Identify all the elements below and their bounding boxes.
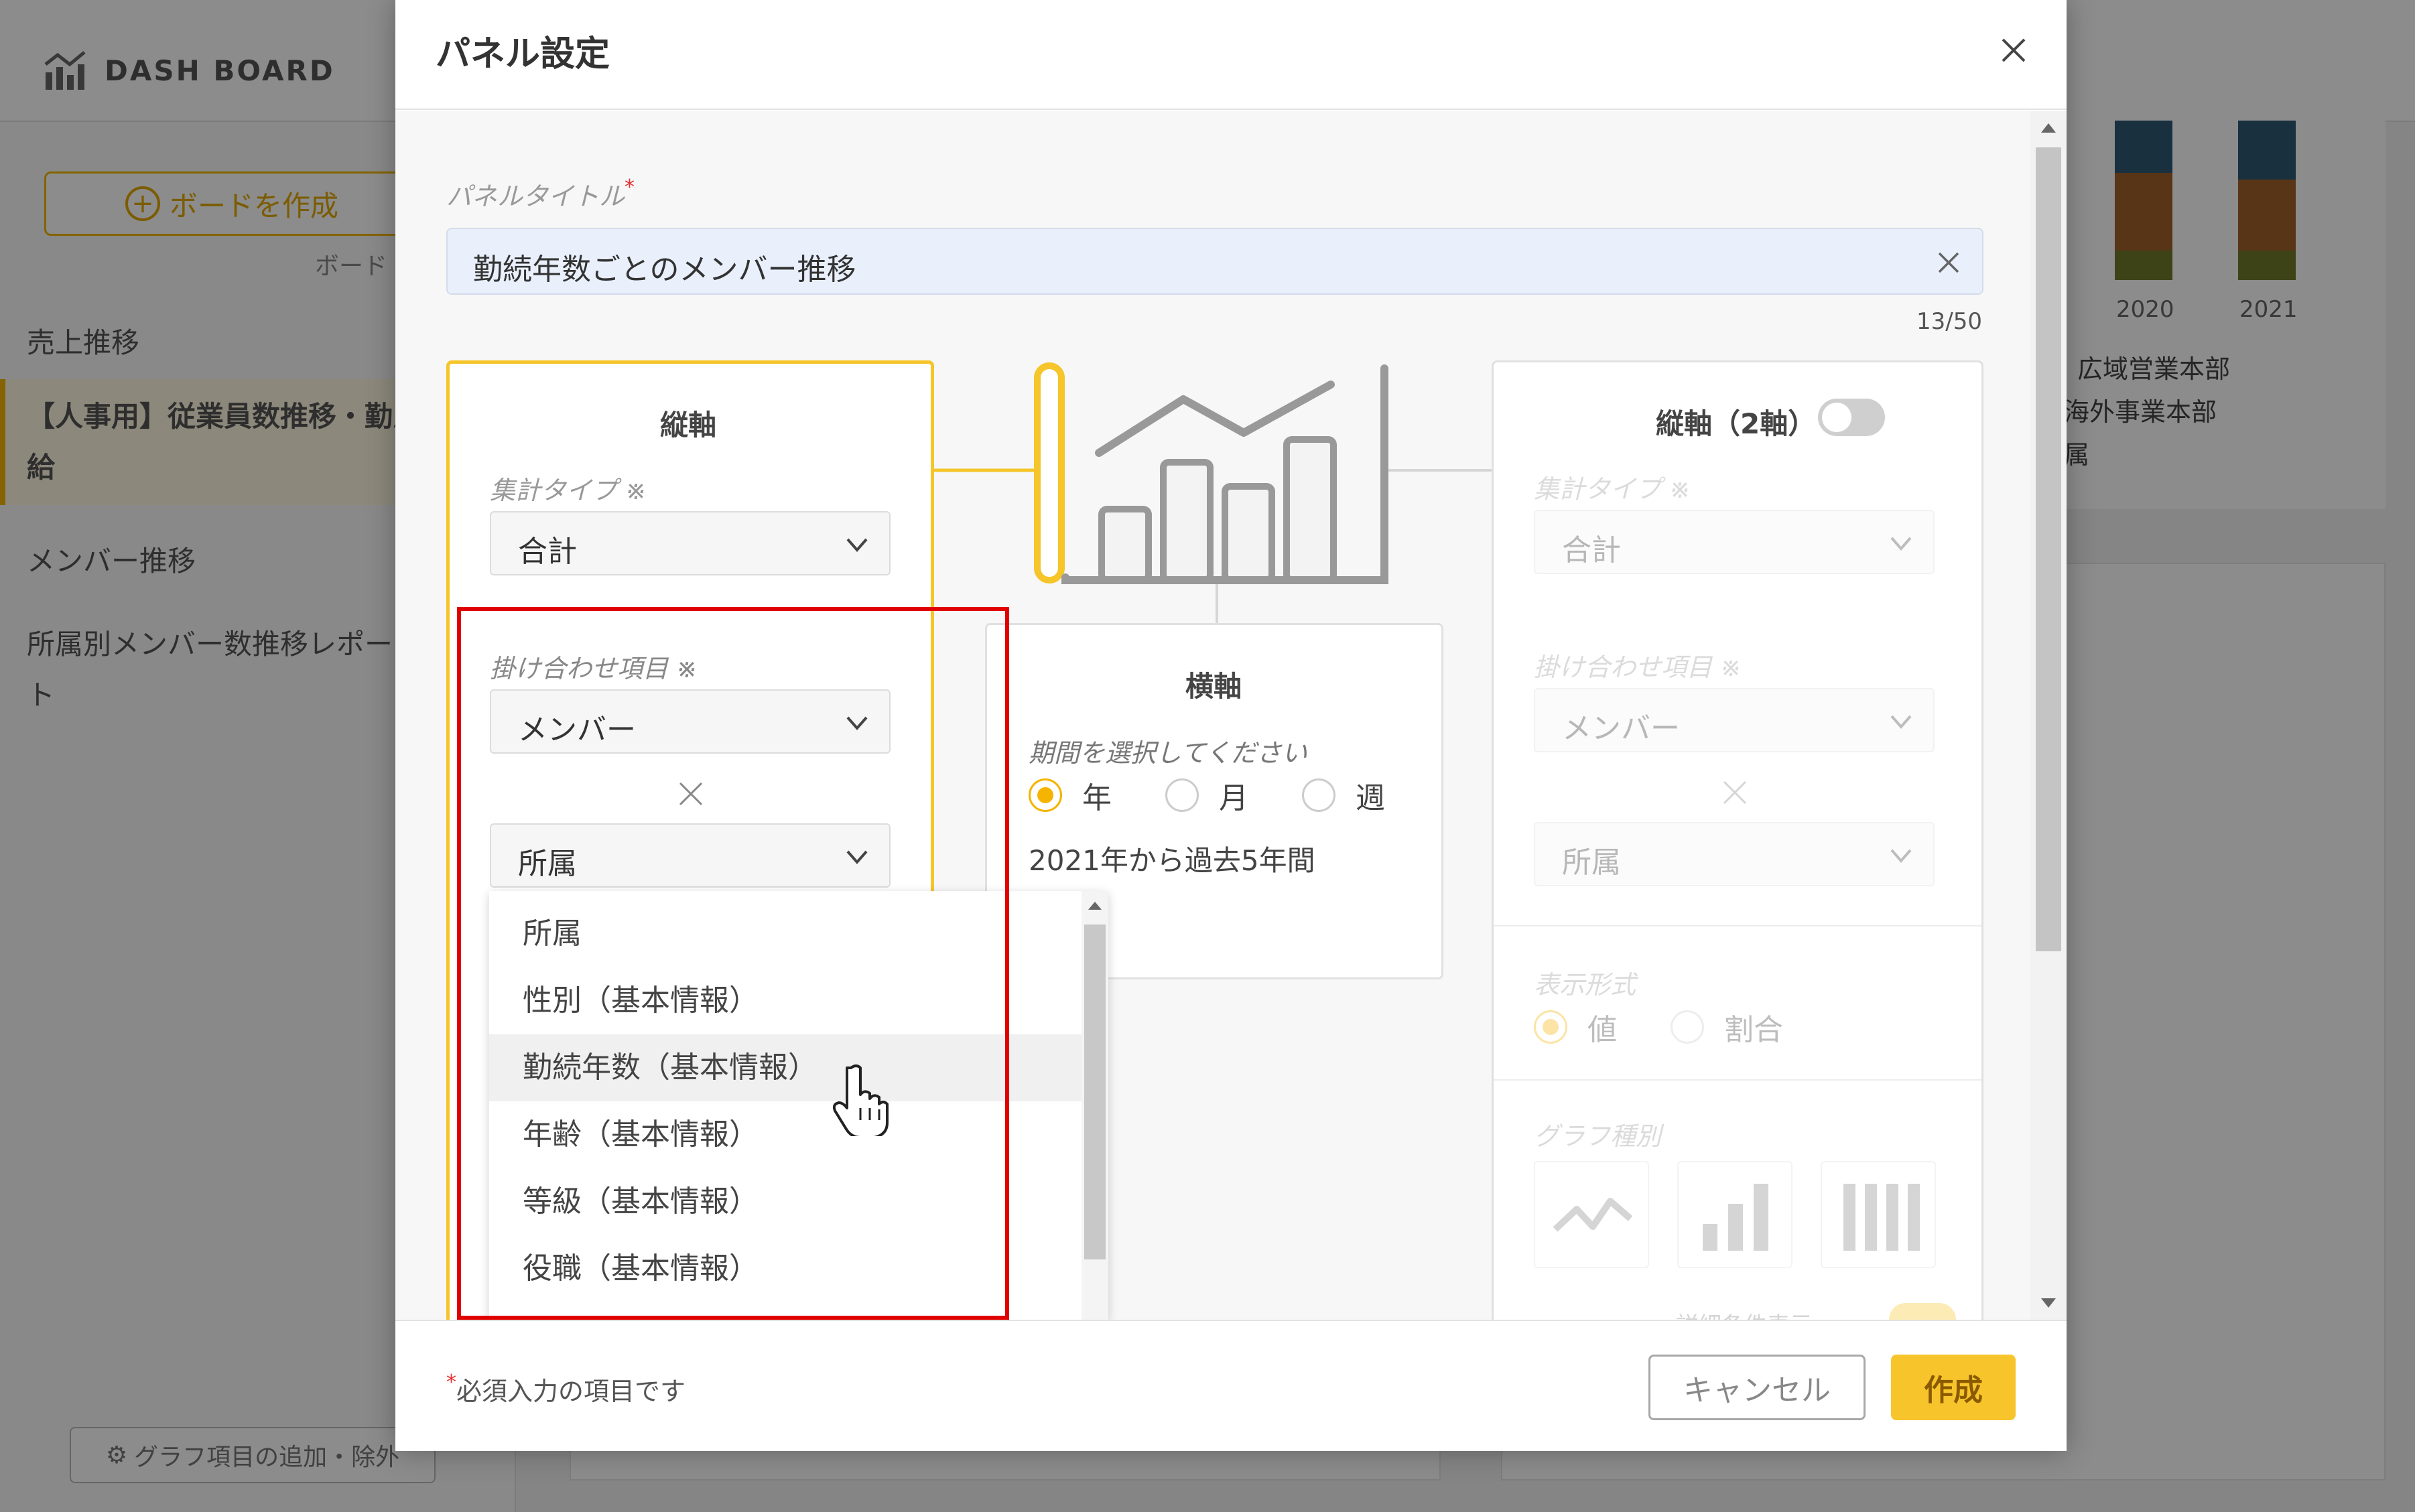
- display-option-label: 割合: [1724, 1013, 1783, 1047]
- chevron-down-icon: [846, 850, 868, 865]
- scroll-up-arrow-icon[interactable]: [2041, 123, 2056, 133]
- agg-type-value: 合計: [518, 535, 577, 569]
- display-radio-value[interactable]: [1534, 1010, 1567, 1044]
- graph-type-label: グラフ種別: [1534, 1121, 1662, 1151]
- dropdown-option[interactable]: 所属: [489, 900, 1082, 967]
- divider: [1494, 1079, 1981, 1081]
- vertical-axis-title: 縦軸: [660, 409, 717, 441]
- display-radio-group: 値 割合: [1534, 1006, 1837, 1048]
- dropdown-option[interactable]: 役職（基本情報）: [489, 1235, 1082, 1302]
- modal-scrollbar[interactable]: [2030, 111, 2067, 1320]
- agg-type-label: 集計タイプ ※: [1534, 474, 1691, 504]
- chevron-down-icon: [1890, 715, 1912, 730]
- dropdown-option[interactable]: 年齢（基本情報）: [489, 1101, 1082, 1168]
- display-format-label: 表示形式: [1534, 970, 1636, 1000]
- detail-toggle[interactable]: [1889, 1303, 1956, 1320]
- required-mark: *: [446, 1371, 456, 1394]
- combo-label: 掛け合わせ項目 ※: [1534, 652, 1742, 682]
- period-radio-year[interactable]: [1029, 778, 1062, 812]
- period-radio-group: 年 月 週: [1029, 774, 1439, 817]
- create-button[interactable]: 作成: [1891, 1355, 2016, 1420]
- combo-select-1[interactable]: メンバー: [490, 689, 891, 754]
- graph-type-bar-button[interactable]: [1677, 1161, 1792, 1268]
- modal-title: パネル設定: [436, 34, 610, 74]
- secondary-axis-panel: 縦軸（2軸） 集計タイプ ※ 合計 掛け合わせ項目 ※ メンバー 所属 表示形式…: [1492, 360, 1983, 1320]
- hand-pointer-icon: [832, 1064, 889, 1136]
- chevron-down-icon: [1890, 849, 1912, 864]
- combo-select-2[interactable]: 所属: [490, 823, 891, 888]
- close-icon: [2002, 38, 2026, 62]
- combo-label: 掛け合わせ項目 ※: [490, 654, 698, 683]
- secondary-axis-disabled-fields: 集計タイプ ※ 合計 掛け合わせ項目 ※ メンバー 所属 表示形式 値 割合 グ…: [1494, 362, 1981, 1320]
- line-chart-icon: [1553, 1198, 1633, 1232]
- period-radio-month[interactable]: [1165, 778, 1199, 812]
- graph-type-stacked-button[interactable]: [1821, 1161, 1936, 1268]
- modal-footer: *必須入力の項目です キャンセル 作成: [395, 1320, 2067, 1451]
- period-radio-week[interactable]: [1302, 778, 1335, 812]
- combo-value-2: 所属: [518, 847, 577, 881]
- period-option-label: 週: [1356, 781, 1385, 815]
- modal-scroll-thumb[interactable]: [2036, 147, 2061, 951]
- period-option-label: 月: [1219, 781, 1248, 815]
- chevron-down-icon: [846, 716, 868, 731]
- agg-type-value: 合計: [1562, 533, 1621, 567]
- secondary-combo-select-1[interactable]: メンバー: [1534, 688, 1935, 752]
- stacked-bar-icon: [1843, 1184, 1920, 1251]
- chevron-down-icon: [846, 538, 868, 553]
- horizontal-axis-title: 横軸: [1185, 670, 1242, 703]
- modal-header: パネル設定: [395, 0, 2067, 110]
- secondary-combo-select-2[interactable]: 所属: [1534, 822, 1935, 886]
- bar-chart-icon: [1703, 1184, 1768, 1251]
- combo-value-2: 所属: [1562, 845, 1621, 880]
- multiply-icon: [1723, 780, 1747, 805]
- period-label: 期間を選択してください: [1029, 738, 1307, 768]
- dropdown-option[interactable]: 等級（基本情報）: [489, 1168, 1082, 1235]
- display-radio-ratio[interactable]: [1671, 1010, 1704, 1044]
- dropdown-scrollbar[interactable]: [1082, 891, 1108, 1320]
- secondary-agg-type-select[interactable]: 合計: [1534, 510, 1935, 574]
- display-option-label: 値: [1587, 1013, 1617, 1047]
- chevron-down-icon: [1890, 537, 1912, 551]
- dropdown-option[interactable]: 性別（基本情報）: [489, 967, 1082, 1034]
- combo-dropdown-list: 所属 性別（基本情報） 勤続年数（基本情報） 年齢（基本情報） 等級（基本情報）…: [489, 891, 1108, 1320]
- close-button[interactable]: [1990, 27, 2037, 74]
- period-option-label: 年: [1082, 781, 1112, 815]
- scroll-down-arrow-icon[interactable]: [2041, 1298, 2056, 1308]
- dropdown-scroll-thumb[interactable]: [1084, 924, 1106, 1259]
- detail-label: 詳細条件表示: [1676, 1307, 1813, 1320]
- graph-type-line-button[interactable]: [1534, 1161, 1649, 1268]
- cancel-button[interactable]: キャンセル: [1648, 1355, 1866, 1420]
- multiply-icon: [679, 782, 703, 806]
- agg-type-label: 集計タイプ ※: [490, 476, 647, 505]
- combo-value-1: メンバー: [518, 713, 636, 747]
- combo-value-1: メンバー: [1562, 711, 1680, 746]
- period-summary: 2021年から過去5年間: [1029, 844, 1315, 877]
- required-note: *必須入力の項目です: [446, 1371, 686, 1406]
- agg-type-select[interactable]: 合計: [490, 511, 891, 575]
- dropdown-option-hovered[interactable]: 勤続年数（基本情報）: [489, 1034, 1082, 1101]
- divider: [1494, 925, 1981, 926]
- panel-settings-modal: パネル設定 パネルタイトル* 勤続年数ごとのメンバー推移 13/50 縦軸 集計…: [395, 0, 2067, 1451]
- modal-body: パネルタイトル* 勤続年数ごとのメンバー推移 13/50 縦軸 集計タイプ ※ …: [395, 111, 2030, 1320]
- scroll-up-arrow-icon[interactable]: [1088, 902, 1102, 910]
